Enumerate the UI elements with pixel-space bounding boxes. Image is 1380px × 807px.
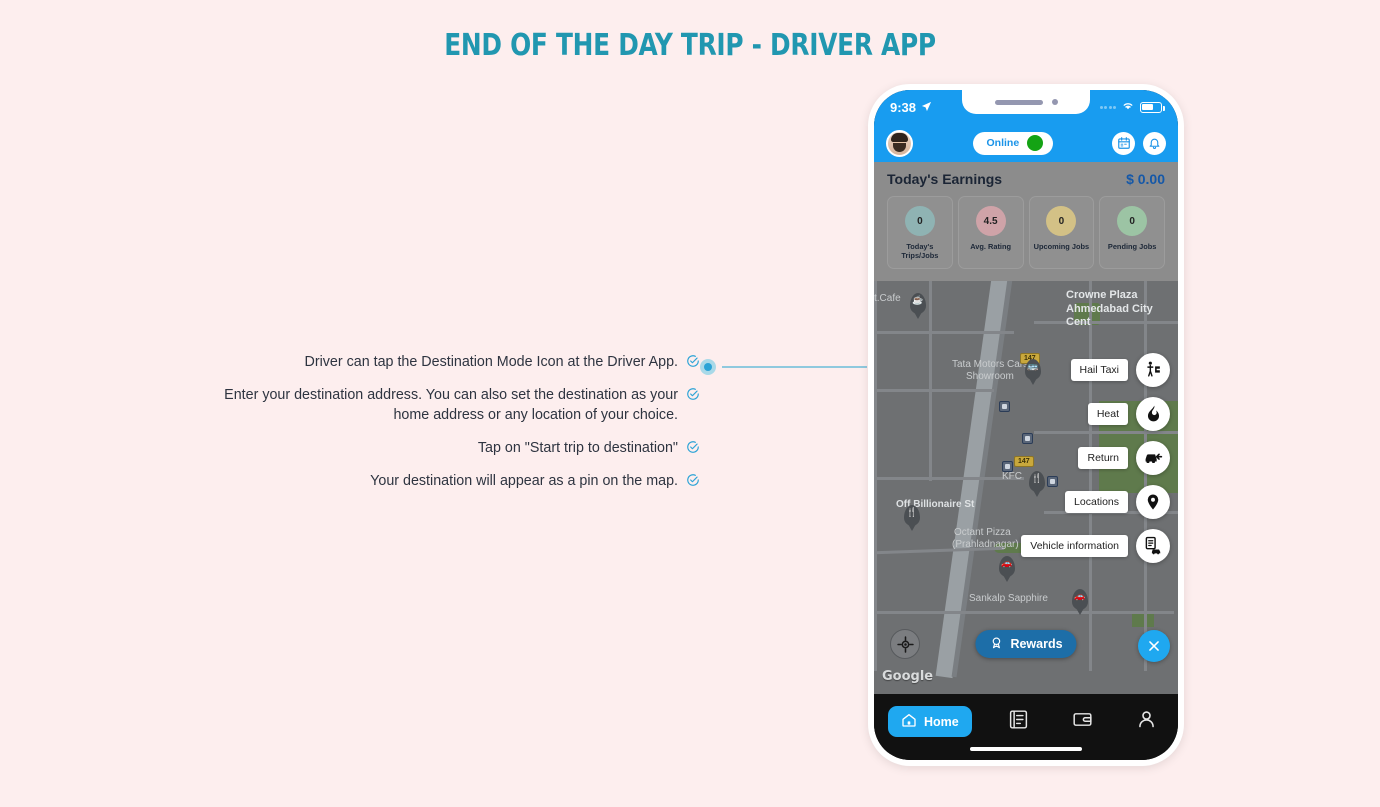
bell-icon[interactable] bbox=[1143, 131, 1166, 155]
bullet-list: Driver can tap the Destination Mode Icon… bbox=[190, 352, 700, 504]
earnings-bar: Today's Earnings $ 0.00 bbox=[874, 162, 1178, 191]
phone-notch bbox=[962, 90, 1090, 114]
bullet-text: Your destination will appear as a pin on… bbox=[370, 472, 678, 489]
stat-value-circle: 0 bbox=[904, 206, 935, 236]
close-icon[interactable] bbox=[1138, 630, 1170, 662]
bullet-text: Driver can tap the Destination Mode Icon… bbox=[304, 354, 679, 370]
map-pin: 🍴 bbox=[904, 504, 920, 526]
map-pin: 🚗 bbox=[1072, 588, 1088, 610]
battery-icon bbox=[1140, 101, 1165, 113]
front-camera bbox=[1051, 99, 1058, 105]
wifi-icon bbox=[1121, 98, 1135, 116]
stat-label: Upcoming Jobs bbox=[1033, 242, 1090, 251]
location-arrow-icon bbox=[921, 100, 932, 115]
map-action-locations[interactable]: Locations bbox=[1065, 484, 1170, 519]
list-item: Your destination will appear as a pin on… bbox=[190, 471, 700, 492]
avatar[interactable] bbox=[886, 129, 913, 157]
signal-icon bbox=[1099, 105, 1116, 109]
stat-value-circle: 4.5 bbox=[975, 206, 1006, 236]
map-action-hail-taxi[interactable]: Hail Taxi bbox=[1070, 352, 1170, 387]
hail-taxi-icon[interactable] bbox=[1136, 352, 1170, 387]
map-pin: ☕ bbox=[910, 292, 926, 314]
status-bar: 9:38 bbox=[874, 90, 1178, 124]
stat-card-avg-rating[interactable]: 4.5 Avg. Rating bbox=[957, 196, 1024, 269]
map-pin-icon[interactable] bbox=[1136, 484, 1170, 519]
fab-label: Vehicle information bbox=[1021, 534, 1128, 557]
check-circle-icon bbox=[686, 354, 700, 373]
bullet-text: Enter your destination address. You can … bbox=[224, 387, 678, 424]
tasks-icon bbox=[1008, 709, 1029, 735]
vehicle-info-icon[interactable] bbox=[1136, 528, 1170, 563]
stat-value-circle: 0 bbox=[1117, 206, 1148, 236]
stat-value-circle: 0 bbox=[1046, 206, 1077, 236]
nav-item-wallet[interactable] bbox=[1066, 706, 1100, 737]
flame-icon[interactable] bbox=[1136, 396, 1170, 431]
stat-label: Pending Jobs bbox=[1107, 242, 1157, 251]
phone-screen: 9:38 Online Today's Earnings $ 0.00 0 To… bbox=[874, 90, 1178, 760]
home-indicator bbox=[970, 747, 1082, 751]
app-header: Online bbox=[874, 124, 1178, 162]
map-view[interactable]: Crowne Plaza Ahmedabad City Cent t.Cafe … bbox=[874, 280, 1178, 694]
phone-mockup: 9:38 Online Today's Earnings $ 0.00 0 To… bbox=[868, 84, 1184, 766]
home-icon bbox=[901, 712, 917, 731]
status-indicators bbox=[1099, 98, 1165, 116]
check-circle-icon bbox=[686, 387, 700, 406]
nav-label-home: Home bbox=[924, 714, 959, 729]
status-time-group: 9:38 bbox=[890, 100, 932, 115]
stat-label: Today's Trips/Jobs bbox=[901, 242, 939, 261]
wallet-icon bbox=[1072, 709, 1093, 735]
return-car-icon[interactable] bbox=[1136, 440, 1170, 475]
bottom-navigation: Home bbox=[874, 694, 1178, 760]
online-label: Online bbox=[986, 137, 1020, 149]
stats-row: 0 Today's Trips/Jobs 4.5 Avg. Rating 0 U… bbox=[874, 191, 1178, 281]
list-item: Enter your destination address. You can … bbox=[190, 385, 700, 426]
map-action-heat[interactable]: Heat bbox=[1087, 396, 1170, 431]
check-circle-icon bbox=[686, 440, 700, 459]
locate-crosshair-icon[interactable] bbox=[890, 629, 920, 659]
profile-icon bbox=[1136, 709, 1157, 735]
list-item: Tap on "Start trip to destination" bbox=[190, 438, 700, 459]
nav-item-tasks[interactable] bbox=[1002, 706, 1036, 737]
stat-label: Avg. Rating bbox=[970, 242, 1012, 251]
nav-item-home[interactable]: Home bbox=[888, 706, 972, 737]
map-action-vehicle-information[interactable]: Vehicle information bbox=[1021, 528, 1170, 563]
calendar-icon[interactable] bbox=[1112, 131, 1135, 155]
earnings-value: $ 0.00 bbox=[1126, 171, 1165, 187]
map-pin: 🚗 bbox=[999, 555, 1015, 577]
status-time: 9:38 bbox=[890, 99, 917, 115]
rewards-label: Rewards bbox=[1010, 637, 1063, 651]
fab-label: Return bbox=[1078, 446, 1128, 469]
callout-marker bbox=[700, 359, 716, 375]
fab-label: Heat bbox=[1087, 402, 1128, 425]
earnings-label: Today's Earnings bbox=[887, 171, 1003, 187]
rewards-medal-icon bbox=[989, 636, 1003, 653]
map-action-return[interactable]: Return bbox=[1078, 440, 1170, 475]
google-watermark: Google bbox=[882, 669, 934, 684]
rewards-button[interactable]: Rewards bbox=[975, 630, 1077, 658]
fab-label: Hail Taxi bbox=[1070, 358, 1128, 381]
stat-card-upcoming-jobs[interactable]: 0 Upcoming Jobs bbox=[1028, 196, 1095, 269]
page-title: END OF THE DAY TRIP - DRIVER APP bbox=[444, 28, 936, 63]
nav-item-profile[interactable] bbox=[1130, 706, 1164, 737]
earpiece-speaker bbox=[994, 99, 1043, 105]
slide-root: END OF THE DAY TRIP - DRIVER APP Driver … bbox=[0, 0, 1380, 807]
check-circle-icon bbox=[686, 473, 700, 492]
map-action-stack: Hail Taxi Heat Return Locations Vehicle … bbox=[1021, 352, 1170, 563]
online-status-toggle[interactable]: Online bbox=[972, 131, 1053, 155]
fab-label: Locations bbox=[1065, 490, 1128, 513]
list-item: Driver can tap the Destination Mode Icon… bbox=[190, 352, 700, 373]
stat-card-todays-trips[interactable]: 0 Today's Trips/Jobs bbox=[887, 196, 953, 269]
stat-card-pending-jobs[interactable]: 0 Pending Jobs bbox=[1099, 196, 1165, 269]
online-indicator-dot bbox=[1027, 135, 1044, 151]
bullet-text: Tap on "Start trip to destination" bbox=[477, 439, 678, 456]
callout-connector-line bbox=[722, 366, 867, 368]
